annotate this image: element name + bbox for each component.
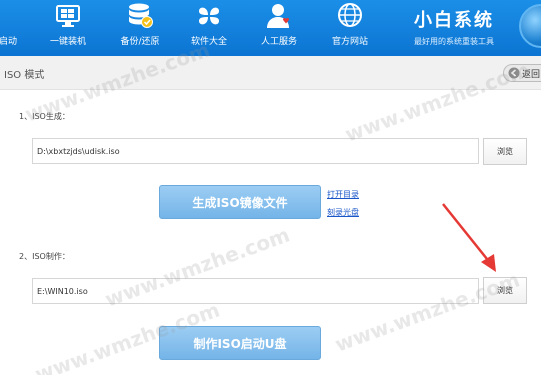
support-person-icon — [267, 4, 289, 28]
breadcrumb: ISO 模式 — [4, 70, 45, 81]
sub-header: ISO 模式 — [0, 56, 541, 90]
top-navigation-bar: 启动 一键装机 备份/还原 软件大全 人工服务 官方网站 小白系统 最好用的系统… — [0, 0, 541, 56]
nav-item-one-click-install[interactable]: 一键装机 — [38, 0, 98, 56]
iso-make-path-input[interactable] — [32, 278, 479, 304]
iso-generate-label: 1、ISO生成： — [19, 112, 70, 121]
back-button-label: 返回 — [522, 69, 541, 80]
brand-block: 小白系统 最好用的系统重装工具 — [414, 6, 494, 47]
nav-item-label: 人工服务 — [260, 37, 297, 47]
nav-item-official-site[interactable]: 官方网站 — [320, 0, 380, 56]
back-button[interactable]: 返回 — [503, 64, 541, 82]
nav-item-backup-restore[interactable]: 备份/还原 — [110, 0, 170, 56]
nav-item-label: 一键装机 — [49, 37, 86, 47]
clover-icon — [199, 7, 219, 25]
brand-logo-icon — [519, 4, 541, 48]
nav-item-label: 备份/还原 — [120, 37, 160, 47]
nav-item-start[interactable]: 启动 — [0, 0, 38, 56]
database-icon — [129, 3, 153, 28]
brand-title: 小白系统 — [414, 10, 494, 31]
nav-item-software[interactable]: 软件大全 — [179, 0, 239, 56]
nav-item-label: 官方网站 — [331, 37, 368, 47]
iso-make-browse-button[interactable]: 浏览 — [483, 277, 527, 304]
burn-disc-link[interactable]: 刻录光盘 — [327, 207, 359, 218]
iso-generate-browse-button[interactable]: 浏览 — [483, 138, 527, 165]
globe-icon — [338, 3, 362, 27]
nav-item-manual-service[interactable]: 人工服务 — [249, 0, 309, 56]
iso-make-label: 2、ISO制作： — [19, 252, 70, 261]
open-directory-link[interactable]: 打开目录 — [327, 189, 359, 200]
generate-iso-button[interactable]: 生成ISO镜像文件 — [159, 185, 321, 219]
make-iso-usb-button[interactable]: 制作ISO启动U盘 — [159, 326, 321, 360]
brand-slogan: 最好用的系统重装工具 — [414, 37, 494, 46]
nav-item-label: 软件大全 — [190, 37, 227, 47]
monitor-windows-icon — [56, 5, 80, 27]
nav-item-label: 启动 — [0, 37, 17, 47]
back-arrow-icon — [508, 67, 520, 79]
iso-generate-path-input[interactable] — [32, 138, 479, 164]
